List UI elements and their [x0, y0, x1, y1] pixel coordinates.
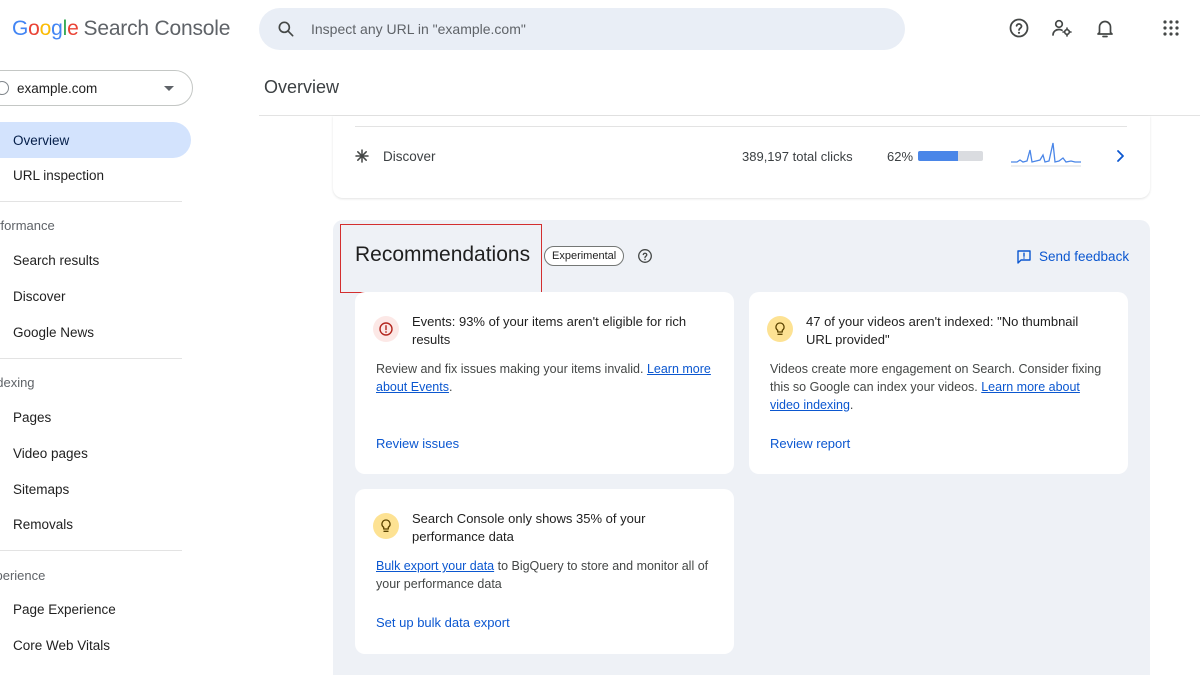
tip-icon-badge [767, 316, 793, 342]
discover-sparkline [1011, 142, 1081, 167]
performance-card: Discover 389,197 total clicks 62% [333, 116, 1150, 198]
logo-letter: o [28, 17, 40, 40]
sidebar-divider [0, 358, 182, 359]
help-icon[interactable] [1007, 16, 1031, 40]
set-up-bulk-export-button[interactable]: Set up bulk data export [376, 615, 510, 630]
body-text: . [448, 380, 453, 394]
sidebar-item-label: Google News [13, 325, 95, 340]
sidebar-item-search-results[interactable]: Search results [0, 242, 191, 278]
property-selector[interactable]: example.com [0, 70, 193, 106]
sidebar-item-page-experience[interactable]: Page Experience [0, 591, 191, 627]
sidebar-divider [0, 550, 182, 551]
bulk-export-link[interactable]: Bulk export your data [376, 559, 494, 573]
error-icon-badge [373, 316, 399, 342]
sidebar-item-url-inspection[interactable]: URL inspection [0, 157, 191, 193]
chevron-right-icon[interactable] [1112, 148, 1128, 164]
property-label: example.com [17, 81, 98, 96]
sidebar-item-google-news[interactable]: Google News [0, 314, 191, 350]
sidebar-item-label: Overview [13, 133, 70, 148]
search-console-logo[interactable]: Google Search Console [12, 17, 230, 41]
review-issues-button[interactable]: Review issues [376, 436, 459, 451]
sidebar-item-overview[interactable]: Overview [0, 122, 191, 158]
sidebar-item-discover[interactable]: Discover [0, 278, 191, 314]
help-icon[interactable] [637, 248, 653, 264]
sidebar-item-removals[interactable]: Removals [0, 506, 191, 542]
error-icon [379, 322, 393, 336]
recommendation-body: Review and fix issues making your items … [376, 360, 716, 396]
sidebar-item-core-web-vitals[interactable]: Core Web Vitals [0, 627, 191, 663]
total-clicks: 389,197 total clicks [742, 149, 853, 164]
body-text: Review and fix issues making your items … [376, 362, 647, 376]
review-report-button[interactable]: Review report [770, 436, 850, 451]
recommendation-body: Bulk export your data to BigQuery to sto… [376, 557, 716, 593]
experimental-badge: Experimental [544, 246, 625, 266]
sidebar-item-label: Pages [13, 410, 52, 425]
url-inspection-search-bar[interactable] [259, 8, 905, 50]
discover-asterisk-icon [355, 149, 369, 163]
product-name: Search Console [83, 17, 231, 40]
sidebar-item-sitemaps[interactable]: Sitemaps [0, 471, 191, 507]
manage-users-icon[interactable] [1050, 16, 1074, 40]
send-feedback-label: Send feedback [1039, 249, 1130, 264]
sidebar-item-label: Core Web Vitals [13, 638, 111, 653]
logo-letter: e [67, 17, 79, 40]
row-divider [355, 126, 1127, 127]
sidebar-divider [0, 201, 182, 202]
logo-letter: G [12, 17, 29, 40]
sidebar-item-label: URL inspection [13, 168, 105, 183]
lightbulb-icon [775, 322, 785, 335]
sidebar-item-pages[interactable]: Pages [0, 399, 191, 435]
sidebar-item-label: Removals [13, 517, 74, 532]
body-text: . [849, 398, 854, 412]
clicks-share-bar-fill [918, 151, 959, 161]
lightbulb-icon [381, 519, 391, 532]
notifications-icon[interactable] [1093, 16, 1117, 40]
feedback-icon [1017, 250, 1031, 264]
sidebar-item-label: Search results [13, 253, 100, 268]
recommendation-title: 47 of your videos aren't indexed: "No th… [806, 314, 1079, 347]
section-label-indexing: ndexing [0, 375, 35, 390]
logo-letter: g [51, 17, 63, 40]
logo-letter: o [39, 17, 52, 40]
search-input[interactable] [311, 8, 871, 50]
search-icon[interactable] [276, 19, 296, 39]
discover-row-label[interactable]: Discover [383, 149, 436, 164]
highlight-annotation-box [340, 224, 542, 293]
recommendation-card-events: Events: 93% of your items aren't eligibl… [355, 292, 734, 474]
clicks-share-bar [918, 151, 983, 161]
recommendation-title: Search Console only shows 35% of your pe… [412, 511, 646, 544]
sidebar-item-label: Sitemaps [13, 482, 70, 497]
property-icon [0, 81, 9, 95]
section-label-performance: erformance [0, 218, 55, 233]
sidebar-item-video-pages[interactable]: Video pages [0, 435, 191, 471]
recommendation-title: Events: 93% of your items aren't eligibl… [412, 314, 687, 347]
section-label-experience: xperience [0, 568, 46, 583]
sidebar-item-label: Discover [13, 289, 66, 304]
sidebar-item-label: Page Experience [13, 602, 116, 617]
apps-grid-icon[interactable] [1159, 16, 1183, 40]
recommendation-card-bulk-export: Search Console only shows 35% of your pe… [355, 489, 734, 654]
tip-icon-badge [373, 513, 399, 539]
recommendation-body: Videos create more engagement on Search.… [770, 360, 1110, 414]
top-app-bar: Google Search Console [0, 0, 1200, 60]
sidebar-item-label: Video pages [13, 446, 88, 461]
clicks-share-percent: 62% [887, 149, 914, 164]
recommendation-card-videos: 47 of your videos aren't indexed: "No th… [749, 292, 1128, 474]
dropdown-caret-icon [164, 86, 174, 91]
page-title: Overview [264, 77, 340, 97]
